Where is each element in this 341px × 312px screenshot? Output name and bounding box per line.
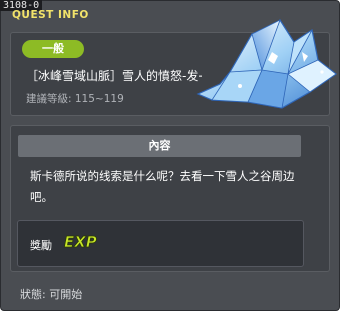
content-header: 內容 xyxy=(18,135,301,157)
ice-crystal-icon xyxy=(196,18,338,109)
status-text: 狀態: 可開始 xyxy=(20,288,83,301)
recommended-level: 建議等級: 115~119 xyxy=(26,93,124,105)
window-title: QUEST INFO xyxy=(12,9,89,21)
category-badge: 一般 xyxy=(22,40,84,58)
exp-label: EXP xyxy=(64,233,97,250)
reward-label: 獎勵 xyxy=(30,239,52,252)
reward-panel xyxy=(17,220,304,267)
exp-icon: EXP xyxy=(64,233,98,250)
quest-name: ［冰峰雪域山脈］雪人的憤怒-发→ xyxy=(26,69,202,83)
content-text: 斯卡德所说的线索是什么呢？去看一下雪人之谷周边吧。 xyxy=(30,169,295,204)
